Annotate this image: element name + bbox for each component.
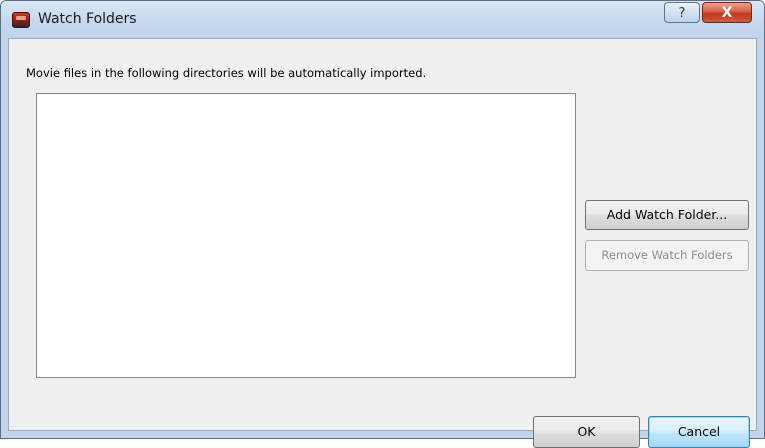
watch-folder-list[interactable] (36, 93, 576, 378)
ok-button[interactable]: OK (533, 416, 640, 448)
close-button[interactable]: X (702, 2, 752, 23)
help-button[interactable]: ? (664, 2, 700, 23)
window-title: Watch Folders (38, 11, 137, 27)
description-label: Movie files in the following directories… (26, 66, 427, 80)
cancel-button[interactable]: Cancel (648, 416, 750, 448)
remove-watch-folders-button[interactable]: Remove Watch Folders (585, 240, 749, 271)
title-bar[interactable]: Watch Folders ? X (1, 1, 764, 39)
add-watch-folder-button[interactable]: Add Watch Folder... (585, 200, 749, 230)
film-app-icon (12, 12, 30, 28)
